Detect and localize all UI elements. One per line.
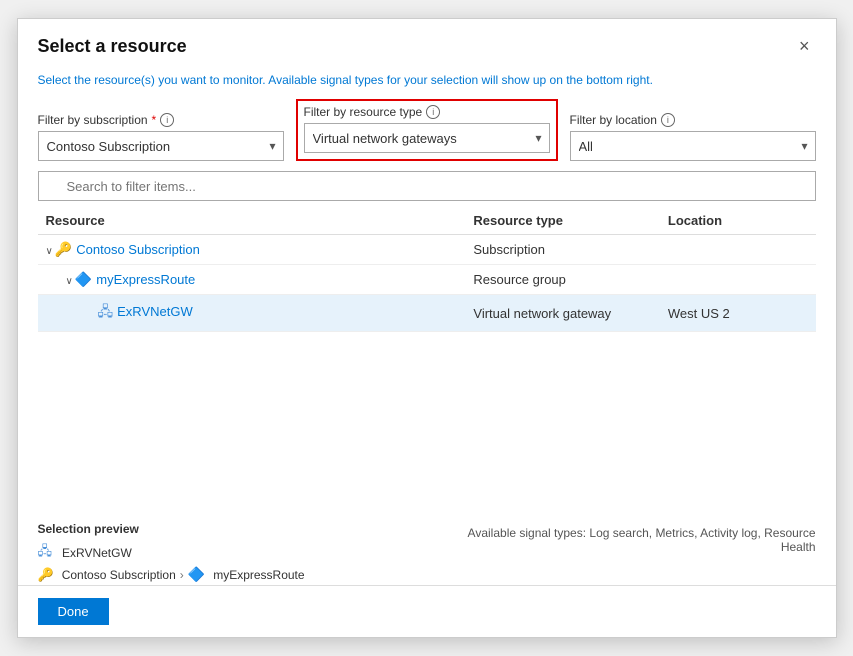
close-button[interactable]: × <box>793 35 816 57</box>
preview-rg-name: myExpressRoute <box>213 568 304 582</box>
subscription-filter-group: Filter by subscription * i Contoso Subsc… <box>38 113 284 161</box>
done-button[interactable]: Done <box>38 598 109 625</box>
resource-name[interactable]: ExRVNetGW <box>117 304 193 319</box>
resource-type-filter-group: Filter by resource type i Virtual networ… <box>296 99 558 161</box>
preview-subscription-icon: 🔑 <box>38 567 54 583</box>
table-cell-type: Virtual network gateway <box>465 295 660 332</box>
info-text: Select the resource(s) you want to monit… <box>38 73 816 87</box>
table-row[interactable]: ∨ 🔷 myExpressRoute Resource group <box>38 265 816 295</box>
chevron-icon[interactable]: ∨ <box>46 246 53 257</box>
signal-types-info: Available signal types: Log search, Metr… <box>436 522 816 554</box>
resource-type-select[interactable]: Virtual network gateways <box>304 123 550 153</box>
table-cell-type: Subscription <box>465 235 660 265</box>
location-select[interactable]: All <box>570 131 816 161</box>
table-cell-resource: 🖧ExRVNetGW <box>38 295 466 332</box>
table-row[interactable]: 🖧ExRVNetGWVirtual network gatewayWest US… <box>38 295 816 332</box>
dialog-header: Select a resource × <box>18 19 836 65</box>
resource-icon-subscription: 🔑 <box>55 241 72 258</box>
subscription-select-wrapper: Contoso Subscription <box>38 131 284 161</box>
preview-breadcrumb: 🔑 Contoso Subscription › 🔷 myExpressRout… <box>38 566 305 583</box>
table-cell-type: Resource group <box>465 265 660 295</box>
table-row[interactable]: ∨ 🔑 Contoso Subscription Subscription <box>38 235 816 265</box>
table-cell-location <box>660 265 816 295</box>
location-select-wrapper: All <box>570 131 816 161</box>
resource-type-info-icon[interactable]: i <box>426 105 440 119</box>
location-info-icon[interactable]: i <box>661 113 675 127</box>
subscription-info-icon[interactable]: i <box>160 113 174 127</box>
select-resource-dialog: Select a resource × Select the resource(… <box>17 18 837 638</box>
selection-preview-label: Selection preview <box>38 522 305 536</box>
dialog-body: Select the resource(s) you want to monit… <box>18 65 836 510</box>
location-filter-group: Filter by location i All <box>570 113 816 161</box>
resource-name[interactable]: myExpressRoute <box>96 272 195 287</box>
resource-table: Resource Resource type Location ∨ 🔑 Conto… <box>38 207 816 332</box>
table-header: Resource Resource type Location <box>38 207 816 235</box>
resource-name[interactable]: Contoso Subscription <box>76 242 200 257</box>
table-cell-location <box>660 235 816 265</box>
dialog-action-bar: Done <box>18 585 836 637</box>
col-header-type: Resource type <box>465 207 660 235</box>
dialog-title: Select a resource <box>38 36 187 57</box>
resource-table-container: Resource Resource type Location ∨ 🔑 Conto… <box>38 207 816 510</box>
chevron-icon[interactable]: ∨ <box>66 276 73 287</box>
search-wrapper: 🔍 <box>38 171 816 201</box>
filters-row: Filter by subscription * i Contoso Subsc… <box>38 99 816 161</box>
breadcrumb-separator: › <box>180 568 184 582</box>
col-header-location: Location <box>660 207 816 235</box>
table-cell-location: West US 2 <box>660 295 816 332</box>
search-row: 🔍 <box>38 171 816 201</box>
resource-table-body: ∨ 🔑 Contoso Subscription Subscription ∨ 🔷 my… <box>38 235 816 332</box>
selection-preview-section: Selection preview 🖧 ExRVNetGW 🔑 Contoso … <box>18 510 836 585</box>
preview-rg-icon: 🔷 <box>188 566 205 583</box>
location-filter-label: Filter by location i <box>570 113 816 127</box>
preview-gateway-icon: 🖧 <box>38 542 53 564</box>
subscription-filter-label: Filter by subscription * i <box>38 113 284 127</box>
table-cell-resource: ∨ 🔷 myExpressRoute <box>38 265 466 295</box>
preview-subscription-name: Contoso Subscription <box>62 568 176 582</box>
preview-item-gateway: 🖧 ExRVNetGW <box>38 542 305 564</box>
resource-type-filter-label: Filter by resource type i <box>304 105 550 119</box>
resource-type-select-wrapper: Virtual network gateways <box>304 123 550 153</box>
table-cell-resource: ∨ 🔑 Contoso Subscription <box>38 235 466 265</box>
resource-icon-gateway: 🖧 <box>98 301 114 325</box>
preview-gateway-name: ExRVNetGW <box>62 546 132 560</box>
subscription-select[interactable]: Contoso Subscription <box>38 131 284 161</box>
col-header-resource: Resource <box>38 207 466 235</box>
resource-icon-resourcegroup: 🔷 <box>75 271 92 288</box>
search-input[interactable] <box>38 171 816 201</box>
